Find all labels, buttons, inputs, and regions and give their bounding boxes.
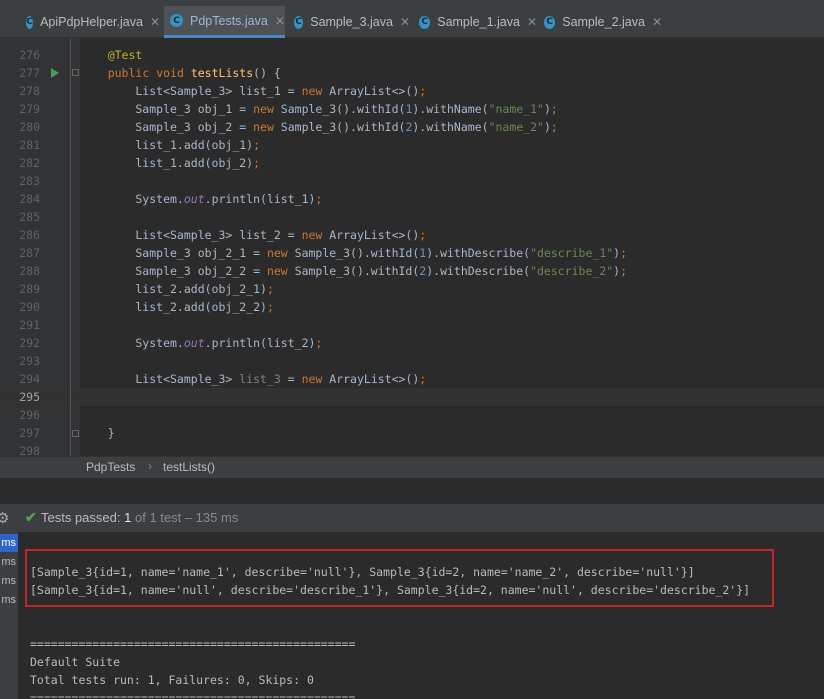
close-icon[interactable]: ✕ [400,15,410,29]
code-line: System.out.println(list_1); [80,192,323,206]
console-separator: ========================================… [30,637,356,651]
code-line: System.out.println(list_2); [80,336,323,350]
line-number: 296 [19,408,40,422]
breadcrumb: PdpTests › testLists() [0,456,824,478]
line-number: 284 [19,192,40,206]
console-line: [Sample_3{id=1, name='name_1', describe=… [30,565,695,579]
console-suite-name: Default Suite [30,655,121,669]
close-icon[interactable]: ✕ [527,15,537,29]
line-number: 276 [19,48,40,62]
gear-icon[interactable]: ⚙ [0,509,9,527]
tab-sample-2[interactable]: C Sample_2.java ✕ [538,6,662,38]
code-line: public void testLists() { [107,66,281,80]
line-number: 280 [19,120,40,134]
tab-label: Sample_3.java [310,15,393,29]
gutter-divider [70,38,71,456]
code-line: Sample_3 obj_2_1 = new Sample_3().withId… [80,246,628,260]
console-line: [Sample_3{id=1, name='null', describe='d… [30,583,751,597]
line-number: 277 [19,66,40,80]
passed-count: 1 [124,510,132,525]
line-number: 283 [19,174,40,188]
line-number: 279 [19,102,40,116]
tab-apipdphelper[interactable]: C ApiPdpHelper.java ✕ [20,6,160,38]
line-number: 282 [19,156,40,170]
line-number: 292 [19,336,40,350]
test-status-text: Tests passed: 1 of 1 test – 135 ms [41,510,238,525]
line-number: 288 [19,264,40,278]
check-icon: ✔ [25,509,37,525]
line-number: 278 [19,84,40,98]
breadcrumb-separator: › [148,459,152,473]
tab-label: ApiPdpHelper.java [40,15,143,29]
line-number: 289 [19,282,40,296]
line-number: 291 [19,318,40,332]
class-icon: C [419,15,431,29]
line-number-current: 295 [19,390,40,404]
line-number: 287 [19,246,40,260]
line-number: 290 [19,300,40,314]
class-icon: C [544,15,556,29]
code-line: list_2.add(obj_2_1); [80,282,274,296]
class-icon: C [170,14,183,27]
panel-divider[interactable] [0,478,824,504]
test-tree-panel: ms ms ms ms [0,532,18,699]
test-tree-item[interactable]: ms [0,553,18,571]
code-line: List<Sample_3> list_3 = new ArrayList<>(… [80,372,427,386]
code-line: Sample_3 obj_2 = new Sample_3().withId(2… [80,120,558,134]
code-line: } [80,426,115,440]
tab-sample-1[interactable]: C Sample_1.java ✕ [413,6,537,38]
tab-sample-3[interactable]: C Sample_3.java ✕ [288,6,410,38]
console-summary: Total tests run: 1, Failures: 0, Skips: … [30,673,314,687]
current-line-highlight [0,388,824,406]
code-line: list_1.add(obj_1); [80,138,261,152]
close-icon[interactable]: ✕ [150,15,160,29]
line-number: 294 [19,372,40,386]
code-line: list_1.add(obj_2); [80,156,261,170]
status-prefix: Tests passed: [41,510,121,525]
tab-label: Sample_1.java [437,15,520,29]
line-number: 298 [19,444,40,456]
close-icon[interactable]: ✕ [652,15,662,29]
line-number: 293 [19,354,40,368]
test-tree-item[interactable]: ms [0,534,18,552]
console-separator: ========================================… [30,691,356,699]
tab-pdptests[interactable]: C PdpTests.java ✕ [164,6,285,38]
code-line: Sample_3 obj_2_2 = new Sample_3().withId… [80,264,628,278]
status-suffix: of 1 test – 135 ms [134,510,239,525]
line-number: 297 [19,426,40,440]
fold-icon[interactable] [72,430,79,437]
code-line: list_2.add(obj_2_2); [80,300,274,314]
close-icon[interactable]: ✕ [275,14,285,28]
run-test-icon[interactable] [51,68,59,78]
tab-label: PdpTests.java [190,13,268,28]
line-number: 286 [19,228,40,242]
breadcrumb-class[interactable]: PdpTests [86,460,135,474]
fold-icon[interactable] [72,69,79,76]
tab-label: Sample_2.java [562,15,645,29]
code-line: List<Sample_3> list_2 = new ArrayList<>(… [80,228,427,242]
test-tree-item[interactable]: ms [0,572,18,590]
code-line: @Test [107,48,143,62]
test-tree-item[interactable]: ms [0,591,18,609]
line-number: 281 [19,138,40,152]
line-number: 285 [19,210,40,224]
breadcrumb-method[interactable]: testLists() [163,460,215,474]
class-icon: C [26,15,34,29]
code-line: List<Sample_3> list_1 = new ArrayList<>(… [80,84,427,98]
test-status-bar: ⚙ ✔ Tests passed: 1 of 1 test – 135 ms [0,504,824,532]
code-line: Sample_3 obj_1 = new Sample_3().withId(1… [80,102,558,116]
editor-tab-bar: C ApiPdpHelper.java ✕ C PdpTests.java ✕ … [0,6,824,38]
class-icon: C [294,15,304,29]
